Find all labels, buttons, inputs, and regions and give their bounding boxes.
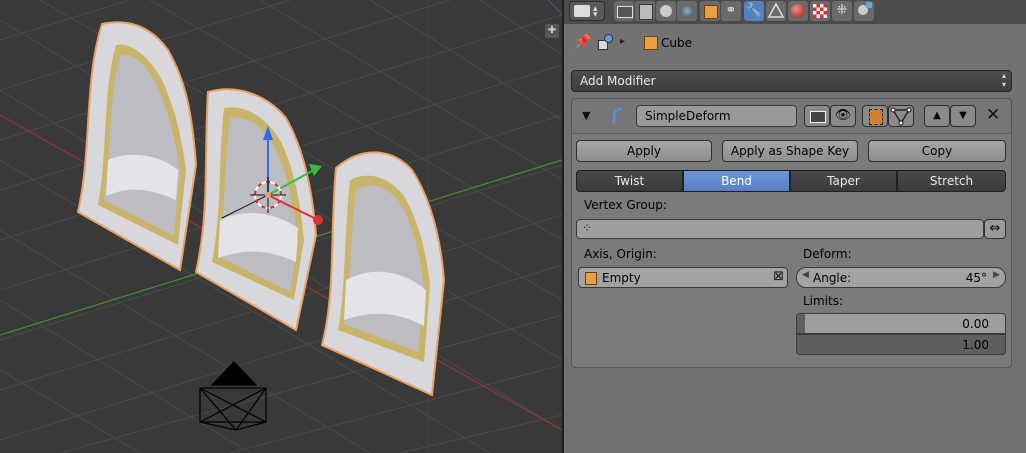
breadcrumb-object-name[interactable]: Cube [661, 36, 692, 50]
texture-tab-icon[interactable] [810, 1, 830, 21]
limits-label: Limits: [803, 294, 844, 308]
mode-taper-tab[interactable]: Taper [790, 170, 897, 192]
cube-icon [644, 36, 658, 50]
object-cube-icon [585, 272, 597, 285]
data-tab-icon[interactable] [766, 1, 786, 21]
viewport-scene [0, 0, 562, 453]
particles-tab-icon[interactable]: ⁜ [832, 1, 852, 21]
collapse-arrow-icon[interactable]: ▼ [582, 109, 590, 122]
angle-label: Angle: [813, 271, 852, 285]
camera-icon [810, 111, 826, 123]
properties-tabs: ▴ ▾ ⚭ 🔧 ⁜ [564, 0, 1026, 24]
show-render-toggle[interactable] [804, 105, 830, 127]
mode-stretch-tab[interactable]: Stretch [897, 170, 1006, 192]
material-tab-icon[interactable] [788, 1, 808, 21]
constraints-tab-icon[interactable]: ⚭ [721, 1, 741, 21]
remove-modifier-close-icon[interactable]: ✕ [986, 105, 1000, 125]
properties-editor: ▴ ▾ ⚭ 🔧 ⁜ 📌 ▸ Cube Add Modifier ▴ ▾ ▼ Si… [564, 0, 1026, 453]
pin-icon[interactable]: 📌 [574, 34, 591, 50]
modifiers-tab-icon[interactable]: 🔧 [744, 1, 764, 21]
mode-bend-tab[interactable]: Bend [683, 170, 790, 192]
render-tab-icon[interactable] [614, 1, 634, 21]
breadcrumb-separator-icon: ▸ [620, 36, 626, 47]
physics-tab-icon[interactable] [854, 1, 874, 21]
object-tab-icon[interactable] [700, 1, 720, 21]
deform-label: Deform: [803, 247, 852, 261]
axis-origin-label: Axis, Origin: [584, 247, 657, 261]
limit-min-value: 0.00 [962, 317, 989, 331]
move-up-button[interactable]: ▲ [924, 105, 950, 127]
vertex-group-field[interactable]: ⁘ [576, 219, 984, 239]
arched-panel-left [76, 21, 198, 272]
simple-deform-icon [610, 107, 626, 125]
add-modifier-dropdown[interactable]: Add Modifier ▴ ▾ [571, 70, 1012, 92]
apply-as-shape-key-button[interactable]: Apply as Shape Key [722, 140, 858, 162]
dropdown-arrows-icon: ▴ ▾ [1001, 71, 1006, 89]
add-modifier-label: Add Modifier [580, 74, 656, 88]
move-down-button[interactable]: ▼ [950, 105, 976, 127]
modifier-name-field[interactable]: SimpleDeform [636, 105, 797, 127]
world-tab-icon[interactable] [677, 1, 697, 21]
limit-min-fill [797, 314, 805, 333]
vertex-triangle-icon [890, 107, 912, 126]
invert-vertex-group-button[interactable]: ⇔ [984, 219, 1006, 239]
render-layers-tab-icon[interactable] [635, 1, 655, 21]
angle-field[interactable]: ◀ Angle: 45° ▶ [796, 267, 1006, 288]
modifier-name: SimpleDeform [645, 109, 731, 123]
copy-button[interactable]: Copy [868, 140, 1006, 162]
camera-object [199, 361, 267, 431]
mode-twist-tab[interactable]: Twist [576, 170, 683, 192]
edit-mode-toggle[interactable] [862, 105, 888, 127]
vertex-group-label: Vertex Group: [584, 198, 667, 212]
scene-tab-icon[interactable] [656, 1, 676, 21]
arched-panel-right [320, 151, 446, 397]
angle-value: 45° [965, 271, 987, 285]
show-viewport-toggle[interactable]: 👁 [830, 105, 856, 127]
3d-viewport[interactable]: ✚ [0, 0, 562, 453]
axis-origin-value: Empty [602, 271, 641, 285]
limit-max-slider[interactable]: 1.00 [796, 334, 1006, 355]
clear-field-close-icon[interactable]: ⊠ [773, 269, 784, 284]
decrement-arrow-icon[interactable]: ◀ [802, 270, 809, 280]
object-data-icon [598, 34, 614, 50]
sidebar-toggle-icon[interactable]: ✚ [545, 24, 559, 38]
limit-min-slider[interactable]: 0.00 [796, 313, 1006, 334]
axis-origin-field[interactable]: Empty ⊠ [578, 267, 788, 288]
limit-max-value: 1.00 [962, 338, 989, 352]
editor-type-button[interactable]: ▴ ▾ [569, 1, 605, 21]
edit-mode-icon [869, 109, 883, 125]
increment-arrow-icon[interactable]: ▶ [993, 270, 1000, 280]
on-cage-toggle[interactable] [888, 105, 914, 127]
vertex-group-icon: ⁘ [582, 221, 593, 235]
apply-button[interactable]: Apply [576, 140, 712, 162]
